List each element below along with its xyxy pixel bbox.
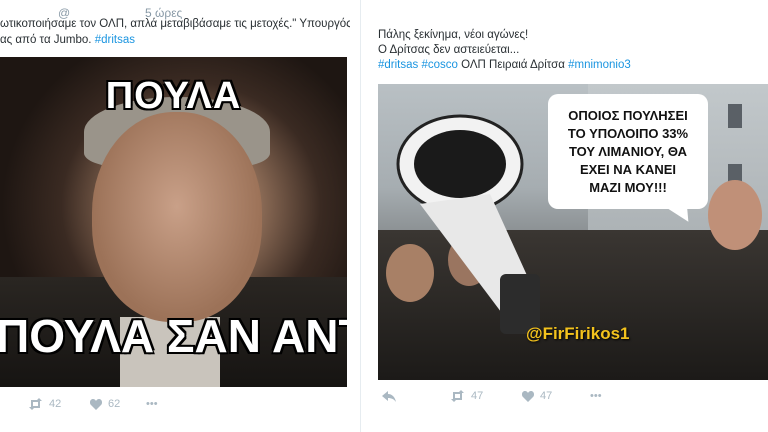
column-divider [360,0,361,432]
bubble-line: ΜΑΖΙ ΜΟΥ!!! [589,179,667,195]
tweet-text-line-1: Πάλης ξεκίνημα, νέοι αγώνες! [378,29,529,41]
more-button[interactable]: ••• [146,396,158,412]
tweet-text-line-1: ωτικοποιήσαμε τον ΟΛΠ, απλά μεταβιβάσαμε… [0,18,350,30]
tweet-right: Πάλης ξεκίνημα, νέοι αγώνες! Ο Δρίτσας δ… [370,0,768,432]
photo-face [92,112,262,322]
bubble-line: ΤΟ ΥΠΟΛΟΙΠΟ 33% [567,125,689,141]
tweet-text: ωτικοποιήσαμε τον ΟΛΠ, απλά μεταβιβάσαμε… [0,16,350,48]
like-button[interactable]: 47 [522,388,552,404]
retweet-count: 47 [471,390,484,402]
tweet-hashtag-line: #dritsas #cosco ΟΛΠ Πειραιά Δρίτσα #mnim… [378,58,768,73]
tweet-text-line-2-prefix: ας από τα Jumbo. [0,34,92,46]
retweet-count: 42 [49,398,62,410]
tweet-actions: 42 62 ••• [0,396,347,412]
reply-icon [382,390,396,402]
tweet-photo[interactable]: ΟΠΟΙΟΣ ΠΟΥΛΗΣΕΙ ΤΟ ΥΠΟΛΟΙΠΟ 33% ΤΟΥ ΛΙΜΑ… [378,84,768,380]
hashtag-link[interactable]: #cosco [421,59,457,71]
more-icon: ••• [590,390,602,402]
retweet-icon [451,390,464,402]
retweet-button[interactable]: 42 [28,396,61,412]
speech-bubble: ΟΠΟΙΟΣ ΠΟΥΛΗΣΕΙ ΤΟ ΥΠΟΛΟΙΠΟ 33% ΤΟΥ ΛΙΜΑ… [548,94,708,209]
tweet-text: Πάλης ξεκίνημα, νέοι αγώνες! Ο Δρίτσας δ… [378,28,768,73]
more-button[interactable]: ••• [590,388,602,404]
bubble-line: ΕΧΕΙ ΝΑ ΚΑΝΕΙ [579,161,677,177]
like-button[interactable]: 62 [90,396,120,412]
photo-person [708,180,762,250]
tweet-left: @ 5 ώρες ωτικοποιήσαμε τον ΟΛΠ, απλά μετ… [0,0,360,432]
hashtag-link[interactable]: #mnimonio3 [568,59,631,71]
watermark: @FirFirikos1 [526,324,630,343]
tweet-actions: 47 47 ••• [378,388,768,404]
retweet-button[interactable]: 47 [450,388,483,404]
tweet-photo[interactable]: ΠΟΥΛΑ ΠΟΥΛΑ ΣΑΝ ΑΝΤΡΑΣ [0,57,347,387]
hashtag-link[interactable]: #dritsas [378,59,418,71]
like-count: 47 [540,390,553,402]
more-icon: ••• [146,398,158,410]
tweet-text-line-2: Ο Δρίτσας δεν αστειεύεται... [378,44,520,56]
hashtag-link[interactable]: #dritsas [95,34,135,46]
tweet-plain-text: ΟΛΠ Πειραιά Δρίτσα [461,59,565,71]
reply-button[interactable] [382,388,396,404]
bubble-line: ΤΟΥ ΛΙΜΑΝΙΟΥ, ΘΑ [568,143,688,159]
retweet-icon [29,398,42,410]
bubble-line: ΟΠΟΙΟΣ ΠΟΥΛΗΣΕΙ [568,107,688,123]
meme-top-caption: ΠΟΥΛΑ [105,75,242,117]
like-count: 62 [108,398,121,410]
heart-icon [522,390,534,402]
tweet-text-line-2: ας από τα Jumbo. #dritsas [0,32,350,48]
meme-bottom-caption: ΠΟΥΛΑ ΣΑΝ ΑΝΤΡΑΣ [0,310,347,362]
heart-icon [90,398,102,410]
